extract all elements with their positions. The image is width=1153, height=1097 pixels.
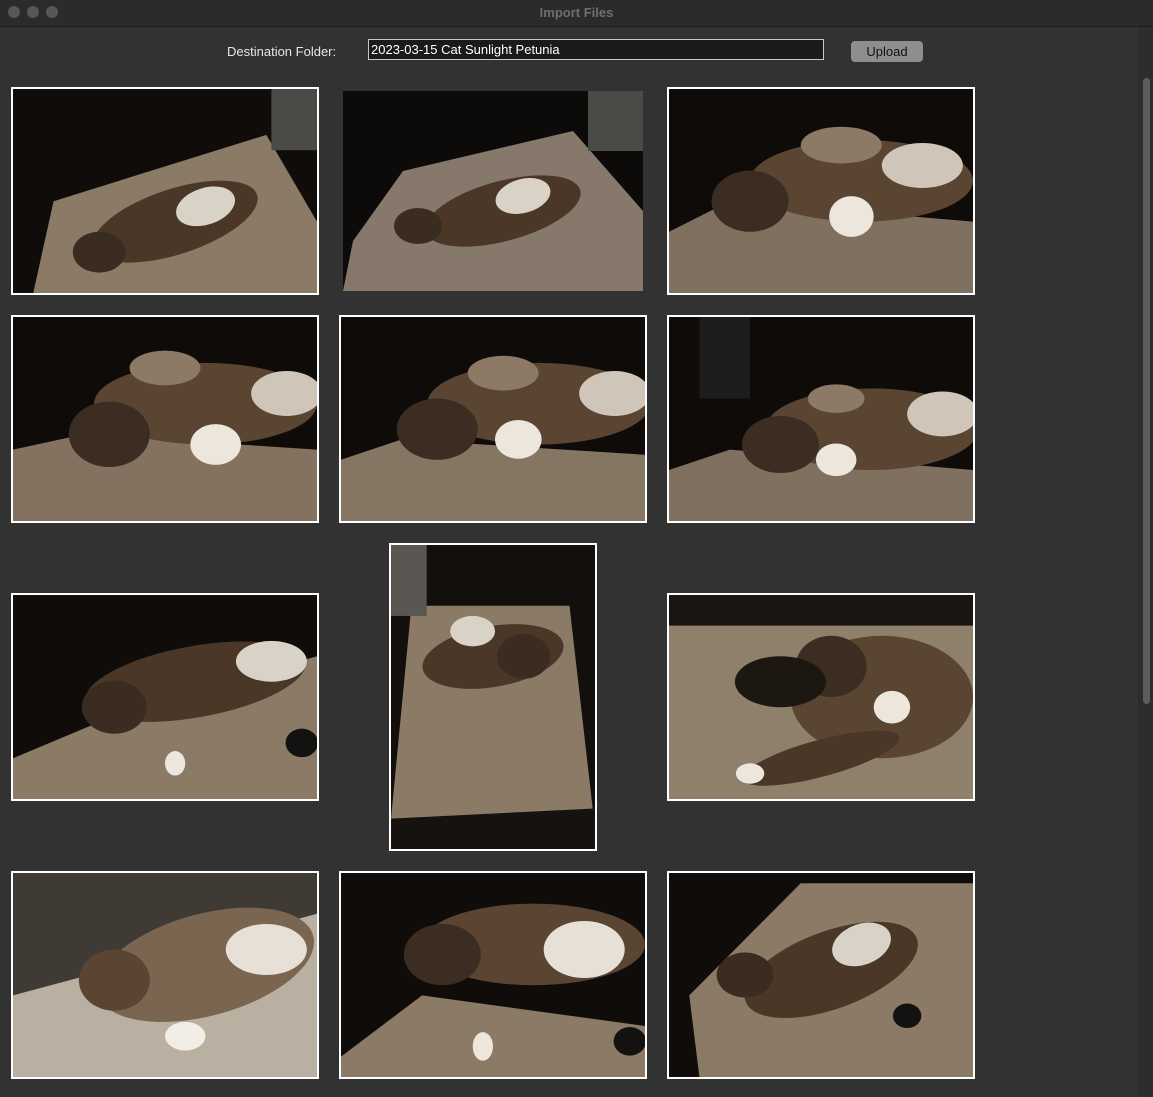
- cat-photo-8[interactable]: [389, 543, 597, 851]
- destination-folder-label: Destination Folder:: [227, 44, 337, 59]
- cat-photo-7[interactable]: [11, 593, 319, 801]
- cat-photo-12[interactable]: [667, 871, 975, 1079]
- cat-photo-4[interactable]: [11, 315, 319, 523]
- cat-photo-2[interactable]: [343, 91, 643, 291]
- cat-photo-5[interactable]: [339, 315, 647, 523]
- scrollbar-thumb[interactable]: [1143, 78, 1150, 704]
- cat-photo-11[interactable]: [339, 871, 647, 1079]
- cat-photo-10[interactable]: [11, 871, 319, 1079]
- upload-button[interactable]: Upload: [851, 41, 923, 62]
- window-title: Import Files: [539, 5, 614, 20]
- cat-photo-9[interactable]: [667, 593, 975, 801]
- destination-folder-input[interactable]: [368, 39, 824, 60]
- cat-photo-3[interactable]: [667, 87, 975, 295]
- cat-photo-1[interactable]: [11, 87, 319, 295]
- cat-photo-6[interactable]: [667, 315, 975, 523]
- title-bar: Import Files: [0, 0, 1153, 27]
